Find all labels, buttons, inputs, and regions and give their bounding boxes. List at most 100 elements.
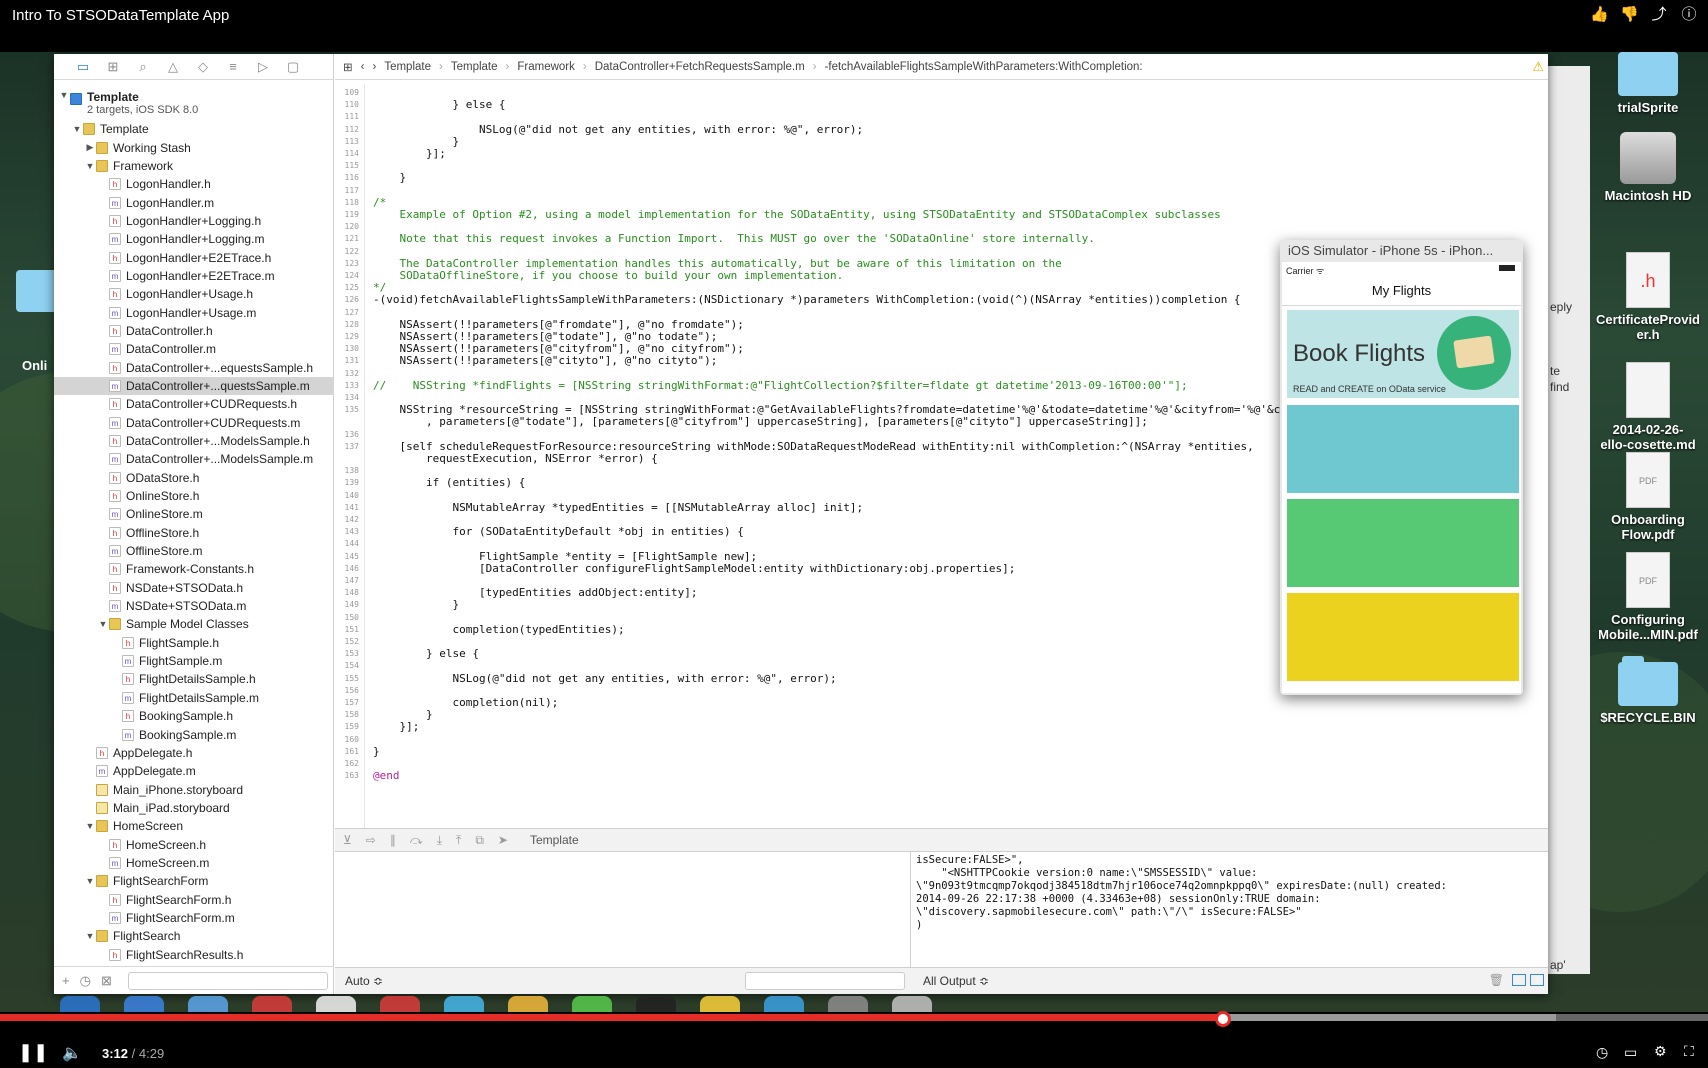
recent-icon[interactable]: ◷ [80,973,91,989]
tree-file[interactable]: h LogonHandler+Logging.h [54,212,334,230]
breakpoint-icon[interactable]: ▷ [254,59,272,74]
debug-icon[interactable]: ≡ [224,59,242,74]
menu-tile-2[interactable] [1287,405,1519,493]
jumpbar-method[interactable]: -fetchAvailableFlightsSampleWithParamete… [825,61,1143,73]
captions-icon[interactable]: ▭ [1624,1044,1637,1061]
dock-app-icon[interactable] [508,996,548,1012]
tree-file[interactable]: h OnlineStore.h [54,487,334,505]
disclosure-open-icon[interactable]: ▼ [71,124,83,134]
dock-app-icon[interactable] [572,996,612,1012]
desktop-icon[interactable]: 2014-02-26- ello-cosette.md [1588,362,1708,452]
tree-group[interactable]: ▼ HomeScreen [54,817,334,835]
tree-file[interactable]: h FlightDetailsSample.h [54,670,334,688]
related-items-icon[interactable]: ⊞ [343,60,353,74]
tree-group[interactable]: ▶ Working Stash [54,138,334,156]
dock-app-icon[interactable] [636,996,676,1012]
disclosure-open-icon[interactable]: ▼ [84,931,96,941]
tree-group[interactable]: ▼ Template [54,120,334,138]
tree-file[interactable]: h LogonHandler+E2ETrace.h [54,248,334,266]
pause-icon[interactable]: ❚❚ [18,1042,48,1063]
hierarchy-icon[interactable]: ⊞ [104,59,122,74]
tree-file[interactable]: h Framework-Constants.h [54,560,334,578]
step-in-icon[interactable]: ⤓ [437,833,442,848]
step-over-icon[interactable]: ⤼ [410,833,423,848]
tree-file[interactable]: h LogonHandler.h [54,175,334,193]
tree-file[interactable]: m DataController.m [54,340,334,358]
book-flights-tile[interactable]: Book Flights READ and CREATE on OData se… [1287,310,1519,398]
tree-group[interactable]: ▼ Framework [54,157,334,175]
back-icon[interactable]: ‹ [361,61,365,73]
tree-file[interactable]: h FlightSearchForm.h [54,890,334,908]
tree-file[interactable]: m FlightSearchForm.m [54,909,334,927]
volume-icon[interactable]: 🔈 [62,1043,82,1063]
log-icon[interactable]: ▢ [284,59,302,74]
tree-group[interactable]: ▼ FlightSearch [54,927,334,945]
disclosure-open-icon[interactable]: ▼ [84,161,96,171]
disclosure-open-icon[interactable]: ▼ [84,876,96,886]
scm-icon[interactable]: ⊠ [101,973,112,989]
fullscreen-icon[interactable]: ⛶ [1684,1043,1694,1060]
right-pane-toggle-icon[interactable] [1530,974,1544,986]
dock-app-icon[interactable] [316,996,356,1012]
scrubber-handle[interactable] [1214,1011,1231,1027]
add-icon[interactable]: + [62,973,70,988]
location-icon[interactable]: ➤ [498,833,508,847]
tree-file[interactable]: h AppDelegate.h [54,744,334,762]
tree-file[interactable]: h FlightSample.h [54,634,334,652]
left-pane-toggle-icon[interactable] [1512,974,1526,986]
tree-file[interactable]: m DataController+CUDRequests.m [54,414,334,432]
tree-file[interactable]: m FlightSample.m [54,652,334,670]
desktop-icon[interactable]: .h CertificateProvid er.h [1588,252,1708,342]
trash-icon[interactable]: 🗑 [1489,973,1504,987]
tree-file[interactable]: h HomeScreen.h [54,835,334,853]
breakpoints-toggle-icon[interactable]: ⇨ [366,833,376,847]
tree-file[interactable]: m LogonHandler+E2ETrace.m [54,267,334,285]
settings-icon[interactable]: ⚙ [1654,1043,1667,1060]
desktop-icon[interactable]: Macintosh HD [1588,132,1708,203]
like-icon[interactable]: 👍 [1590,6,1609,24]
disclosure-open-icon[interactable]: ▼ [58,90,70,100]
variables-scope-select[interactable]: Auto ≎ [345,974,383,988]
disclosure-open-icon[interactable]: ▼ [97,619,109,629]
desktop-icon[interactable]: PDF Onboarding Flow.pdf [1588,452,1708,542]
dock-app-icon[interactable] [380,996,420,1012]
desktop-icon[interactable]: PDF Configuring Mobile...MIN.pdf [1588,552,1708,642]
dock-app-icon[interactable] [700,996,740,1012]
desktop-icon[interactable]: trialSprite [1588,52,1708,115]
tree-file[interactable]: m HomeScreen.m [54,854,334,872]
variables-view[interactable] [335,852,911,967]
dock-app-icon[interactable] [828,996,868,1012]
tree-file[interactable]: h DataController+CUDRequests.h [54,395,334,413]
pause-icon[interactable]: ∥ [390,833,396,847]
forward-icon[interactable]: › [372,61,376,73]
dock-app-icon[interactable] [892,996,932,1012]
watch-later-icon[interactable]: ◷ [1596,1044,1608,1061]
tree-file[interactable]: h FlightSearchResults.h [54,945,334,963]
tree-group[interactable]: ▼ FlightSearchForm [54,872,334,890]
tree-file[interactable]: h LogonHandler+Usage.h [54,285,334,303]
search-icon[interactable]: ⌕ [134,59,152,74]
info-icon[interactable]: ⓘ [1680,6,1698,24]
dock-app-icon[interactable] [444,996,484,1012]
tree-file[interactable]: m LogonHandler.m [54,193,334,211]
hide-debug-icon[interactable]: ⊻ [343,833,352,847]
jumpbar-project[interactable]: Template [384,61,431,73]
warning-icon[interactable]: △ [164,59,182,74]
jumpbar-group[interactable]: Template [451,61,498,73]
tree-file[interactable]: h DataController.h [54,322,334,340]
view-debug-icon[interactable]: ⧉ [475,833,484,848]
tree-file[interactable]: m BookingSample.m [54,725,334,743]
tree-file[interactable]: h ODataStore.h [54,469,334,487]
output-select[interactable]: All Output ≎ [923,974,989,988]
tree-file[interactable]: h OfflineStore.h [54,524,334,542]
dock-app-icon[interactable] [252,996,292,1012]
dislike-icon[interactable]: 👎 [1620,6,1639,24]
tree-file[interactable]: m DataController+...ModelsSample.m [54,450,334,468]
tree-file[interactable]: m OfflineStore.m [54,542,334,560]
warning-icon[interactable]: ⚠ [1532,59,1544,75]
desktop-icon[interactable]: $RECYCLE.BIN [1588,656,1708,725]
test-icon[interactable]: ◇ [194,59,212,74]
tree-file[interactable]: h DataController+...ModelsSample.h [54,432,334,450]
tree-file[interactable]: m LogonHandler+Usage.m [54,303,334,321]
dock-app-icon[interactable] [124,996,164,1012]
